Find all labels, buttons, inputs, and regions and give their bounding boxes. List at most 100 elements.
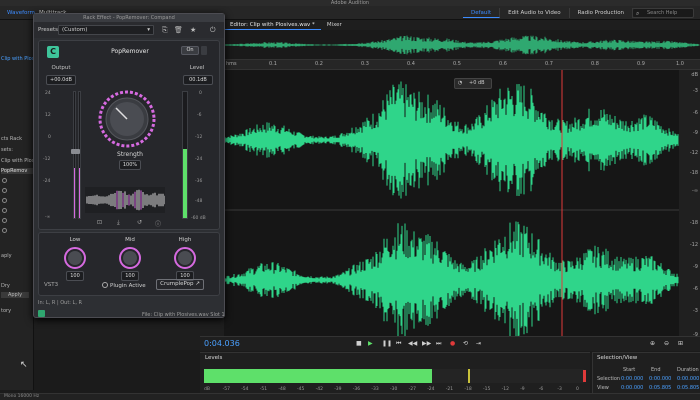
strength-value[interactable]: 100% [119, 160, 141, 170]
info-icon[interactable]: ⓘ [155, 219, 161, 228]
output-scale-label: 24 [45, 91, 51, 96]
ruler-tick: 0.2 [315, 61, 323, 67]
skip-button[interactable]: ⇥ [476, 340, 481, 347]
waveform-display[interactable] [223, 70, 679, 350]
effects-preset-label: sets: [1, 147, 13, 153]
slot-power-icon[interactable] [2, 188, 7, 193]
output-scale-label: -∞ [45, 215, 51, 220]
workspace-edit-audio-to-video[interactable]: Edit Audio to Video [500, 8, 570, 18]
plugin-active-toggle[interactable]: Plugin Active [102, 282, 146, 289]
overview-waveform[interactable] [224, 30, 700, 60]
time-ruler[interactable]: hms 0.1 0.2 0.3 0.4 0.5 0.6 0.7 0.8 0.9 … [224, 60, 700, 70]
search-placeholder: Search Help [647, 10, 678, 16]
level-value[interactable]: 00.1dB [183, 75, 213, 85]
go-to-start-button[interactable]: ⏮ [396, 340, 401, 348]
column-header-duration: Duration [677, 367, 699, 373]
strength-label: Strength [117, 151, 143, 158]
level-label: Level [189, 65, 205, 71]
effect-slot-poprem[interactable]: PopRemov [1, 168, 34, 174]
pause-button[interactable]: ❚❚ [382, 340, 392, 347]
crumplepop-button[interactable]: CrumplePop ↗ [156, 279, 204, 290]
play-button[interactable]: ▶ [368, 340, 373, 347]
band-mid-knob[interactable] [119, 247, 141, 269]
volume-hud[interactable]: ◔ +0 dB [454, 78, 492, 89]
plugin-file-name: File: Clip with Plosives.wav [142, 312, 209, 318]
band-low-value[interactable]: 100 [66, 271, 84, 281]
go-to-end-button[interactable]: ⏭ [436, 340, 441, 348]
plugin-power-icon[interactable] [38, 310, 45, 317]
level-scale-label: -30 [390, 387, 398, 392]
preset-dropdown[interactable]: (Custom) ▾ [58, 25, 154, 35]
slot-power-icon[interactable] [2, 228, 7, 233]
slot-power-icon[interactable] [2, 198, 7, 203]
power-icon[interactable]: ⏻ [210, 26, 216, 35]
level-scale-label: -9 [520, 387, 525, 392]
left-panel: Clip with Plosives cts Rack sets: Clip w… [0, 20, 34, 390]
apply-button[interactable]: Apply [1, 292, 29, 298]
selection-start[interactable]: 0:00.000 [621, 376, 643, 382]
db-label: -9 [693, 130, 698, 136]
level-clip-indicator[interactable] [583, 370, 586, 382]
workspace-tabs: Default Edit Audio to Video Radio Produc… [463, 8, 652, 18]
rewind-button[interactable]: ◀◀ [408, 340, 417, 347]
view-duration[interactable]: 0:05.805 [677, 385, 699, 391]
level-scale-label: -6 [197, 113, 202, 118]
stop-button[interactable]: ■ [356, 340, 362, 347]
plugin-presets-row: Presets: (Custom) ▾ ⎘ 🗑 ★ ⏻ [34, 22, 224, 38]
strength-knob[interactable] [97, 89, 157, 149]
undo-icon[interactable]: ↺ [137, 219, 142, 226]
effects-clip-label: Clip with Plosive [1, 158, 34, 164]
plugin-title-bar[interactable]: Rack Effect - PopRemover: Compand [34, 14, 224, 22]
slot-power-icon[interactable] [2, 218, 7, 223]
view-end[interactable]: 0:05.805 [649, 385, 671, 391]
file-list-item[interactable]: Clip with Plosives [1, 56, 34, 62]
selection-end[interactable]: 0:00.000 [649, 376, 671, 382]
plugin-active-label: Plugin Active [110, 283, 146, 289]
output-label: Output [51, 65, 71, 71]
output-value[interactable]: +00.0dB [46, 75, 76, 85]
level-scale-label: -57 [222, 387, 230, 392]
capture-icon[interactable]: ⊡ [97, 219, 102, 226]
output-meter-fill [74, 167, 75, 218]
level-scale-label: -21 [445, 387, 454, 392]
level-scale-label: -15 [483, 387, 491, 392]
record-button[interactable]: ● [450, 340, 455, 347]
fast-forward-button[interactable]: ▶▶ [422, 340, 431, 347]
view-start[interactable]: 0:00.000 [621, 385, 643, 391]
zoom-full-icon[interactable]: ⊞ [678, 340, 683, 347]
search-input[interactable]: ⌕ Search Help [632, 8, 694, 18]
level-scale-label: -45 [297, 387, 305, 392]
band-low-knob[interactable] [64, 247, 86, 269]
loop-button[interactable]: ⟲ [463, 340, 468, 347]
zoom-out-icon[interactable]: ⊖ [664, 340, 669, 347]
download-icon[interactable]: ⤓ [117, 219, 120, 227]
level-scale-label: -51 [259, 387, 268, 392]
band-mid-value[interactable]: 100 [121, 271, 139, 281]
band-high-knob[interactable] [174, 247, 196, 269]
ruler-tick: 0.4 [407, 61, 415, 67]
slot-power-icon[interactable] [2, 208, 7, 213]
db-label: -18 [689, 170, 698, 176]
db-label: -3 [693, 88, 698, 94]
slot-power-icon[interactable] [2, 178, 7, 183]
tab-mixer[interactable]: Mixer [321, 20, 348, 30]
chevron-down-icon: ▾ [147, 27, 150, 33]
save-preset-icon[interactable]: ⎘ [162, 26, 168, 35]
db-label: -18 [689, 220, 698, 226]
favorite-star-icon[interactable]: ★ [190, 26, 196, 34]
crumplepop-label: CrumplePop [160, 281, 194, 287]
workspace-default[interactable]: Default [463, 8, 501, 18]
level-scale-label: -36 [352, 387, 361, 392]
delete-preset-icon[interactable]: 🗑 [174, 26, 183, 34]
workspace-radio-production[interactable]: Radio Production [570, 8, 634, 18]
status-bar: Mono 16000 Hz [0, 393, 700, 400]
plugin-on-toggle[interactable]: On [181, 46, 199, 55]
tab-editor[interactable]: Editor: Clip with Plosives.wav * [224, 20, 321, 30]
ruler-tick: 0.3 [361, 61, 369, 67]
ruler-tick: 0.6 [499, 61, 507, 67]
search-icon: ⌕ [636, 10, 640, 17]
selection-duration[interactable]: 0:00.000 [677, 376, 699, 382]
zoom-in-icon[interactable]: ⊕ [650, 340, 655, 347]
level-scale-label: -24 [427, 387, 435, 392]
level-scale-label: 0 [199, 91, 202, 96]
